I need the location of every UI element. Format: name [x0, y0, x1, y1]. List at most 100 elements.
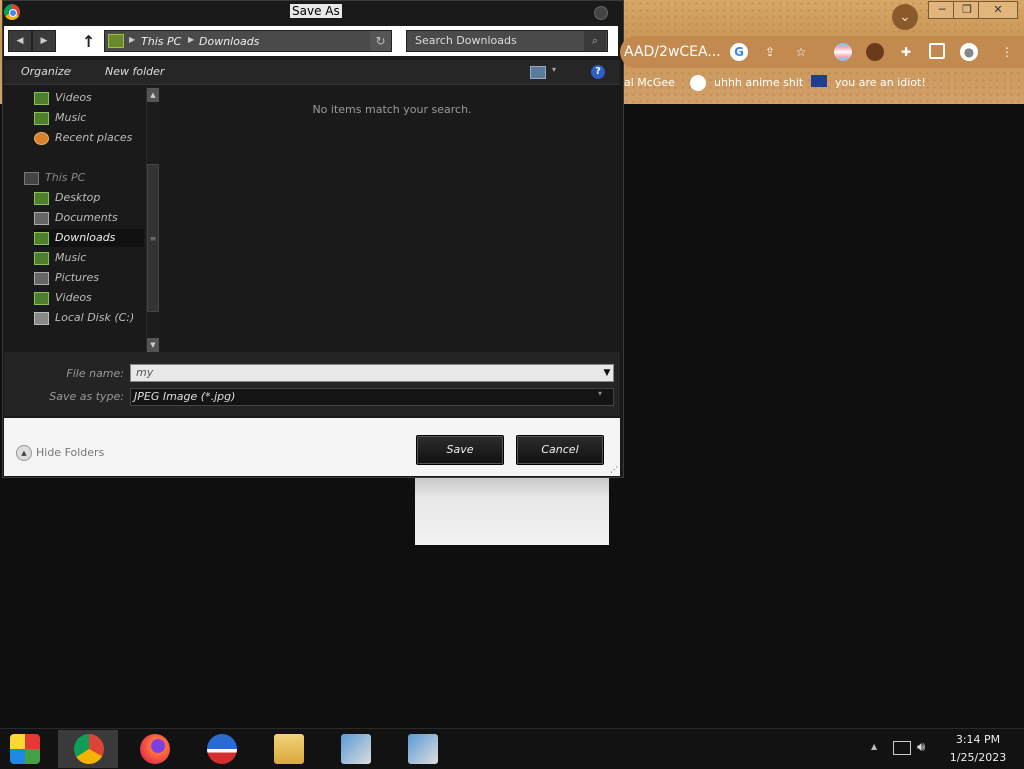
- page-image-preview: [415, 478, 609, 545]
- local-disk-icon: [34, 312, 49, 325]
- sidebar-item-label: Local Disk (C:): [55, 311, 135, 324]
- navigation-pane: Videos Music Recent places This PC Deskt…: [16, 86, 146, 352]
- sidebar-item-local-disk[interactable]: Local Disk (C:): [34, 309, 144, 327]
- sidebar-item-desktop[interactable]: Desktop: [34, 189, 144, 207]
- chevron-right-icon: ▶: [188, 35, 195, 44]
- extensions-puzzle-icon[interactable]: ✚: [897, 43, 915, 61]
- help-icon[interactable]: ?: [591, 65, 605, 79]
- start-button[interactable]: [0, 730, 60, 768]
- sidebar-item-label: This PC: [45, 171, 86, 184]
- sidebar-item-documents[interactable]: Documents: [34, 209, 144, 227]
- chevron-down-icon[interactable]: ▾: [598, 389, 602, 398]
- pictures-folder-icon: [34, 272, 49, 285]
- scrollbar-thumb[interactable]: ≡: [147, 164, 159, 312]
- taskbar-installer[interactable]: [392, 730, 452, 768]
- chevron-down-icon[interactable]: ▾: [552, 65, 556, 74]
- downloads-folder-icon: [34, 232, 49, 245]
- file-explorer-icon: [274, 734, 304, 764]
- show-hidden-icons[interactable]: ▲: [871, 742, 877, 751]
- menu-kebab-icon[interactable]: ⋮: [998, 43, 1016, 61]
- sidebar-item-music[interactable]: Music: [34, 109, 144, 127]
- sidebar-item-videos[interactable]: Videos: [34, 289, 144, 307]
- clock-time[interactable]: 3:14 PM: [940, 733, 1016, 746]
- scroll-up-icon[interactable]: ▲: [147, 88, 159, 102]
- bookmark-item[interactable]: you are an idiot!: [835, 76, 926, 89]
- installer-icon: [408, 734, 438, 764]
- save-button[interactable]: Save: [416, 435, 504, 465]
- file-name-label: File name:: [66, 367, 124, 380]
- file-name-input[interactable]: my: [130, 364, 614, 382]
- bookmark-anime-icon: [690, 75, 706, 91]
- google-lens-icon[interactable]: G: [730, 43, 748, 61]
- sidebar-item-label: Recent places: [55, 131, 133, 144]
- installer-icon: [341, 734, 371, 764]
- bookmark-item[interactable]: al McGee: [624, 76, 675, 89]
- tab-search-dropdown-icon[interactable]: ⌄: [892, 4, 918, 30]
- resize-grip-icon[interactable]: ⋰: [610, 465, 618, 474]
- sidebar-item-label: Videos: [55, 91, 92, 104]
- dialog-close-icon[interactable]: [594, 6, 608, 20]
- extension-flag-icon[interactable]: [834, 43, 852, 61]
- extension-avatar-icon[interactable]: [866, 43, 884, 61]
- chrome-icon: [74, 734, 104, 764]
- close-button[interactable]: ✕: [978, 1, 1018, 19]
- breadcrumb-downloads[interactable]: Downloads: [199, 35, 259, 48]
- sidebar-item-recent-places[interactable]: Recent places: [34, 129, 144, 147]
- taskbar-firefox[interactable]: [124, 730, 184, 768]
- minimize-button[interactable]: ─: [928, 1, 956, 19]
- save-as-type-label: Save as type:: [49, 390, 124, 403]
- empty-results-message: No items match your search.: [312, 103, 472, 116]
- music-folder-icon: [34, 252, 49, 265]
- sidebar-item-music[interactable]: Music: [34, 249, 144, 267]
- profile-avatar-icon[interactable]: ●: [960, 43, 978, 61]
- share-icon[interactable]: ⇪: [761, 43, 779, 61]
- sidebar-item-label: Music: [55, 251, 87, 264]
- bookmark-star-icon[interactable]: ☆: [792, 43, 810, 61]
- taskbar-chrome[interactable]: [58, 730, 118, 768]
- sidebar-item-label: Videos: [55, 291, 92, 304]
- search-icon[interactable]: ⌕: [584, 31, 606, 51]
- breadcrumb-this-pc[interactable]: This PC: [141, 35, 181, 48]
- sidebar-item-videos[interactable]: Videos: [34, 89, 144, 107]
- sidebar-item-label: Desktop: [55, 191, 101, 204]
- sidebar-item-label: Documents: [55, 211, 118, 224]
- bookmark-item[interactable]: uhhh anime shit: [714, 76, 803, 89]
- sidebar-item-downloads[interactable]: Downloads: [34, 229, 144, 247]
- search-input[interactable]: Search Downloads: [406, 30, 608, 52]
- obama-logo-icon: [207, 734, 237, 764]
- up-arrow-icon[interactable]: ↑: [82, 32, 95, 51]
- music-folder-icon: [34, 112, 49, 125]
- documents-folder-icon: [34, 212, 49, 225]
- sidebar-item-label: Downloads: [55, 231, 116, 244]
- sidebar-item-pictures[interactable]: Pictures: [34, 269, 144, 287]
- dialog-title: Save As: [290, 4, 342, 18]
- network-icon[interactable]: [893, 741, 911, 755]
- taskbar-installer[interactable]: [325, 730, 385, 768]
- cancel-button[interactable]: Cancel: [516, 435, 604, 465]
- forward-button[interactable]: ▶: [32, 30, 56, 52]
- clock-date[interactable]: 1/25/2023: [940, 751, 1016, 764]
- taskbar-app[interactable]: [191, 730, 251, 768]
- chrome-icon: [4, 4, 20, 20]
- hide-folders-button[interactable]: Hide Folders: [36, 446, 104, 459]
- refresh-icon[interactable]: ↻: [370, 31, 391, 51]
- taskbar-file-explorer[interactable]: [258, 730, 318, 768]
- restore-button[interactable]: ❐: [953, 1, 981, 19]
- volume-icon[interactable]: 🔊︎: [917, 740, 925, 755]
- save-as-type-select[interactable]: JPEG Image (*.jpg): [130, 388, 614, 406]
- view-options-icon[interactable]: [530, 66, 546, 79]
- chevron-up-icon[interactable]: ▲: [16, 445, 32, 461]
- start-icon: [10, 734, 40, 764]
- chevron-down-icon[interactable]: ▼: [600, 365, 614, 381]
- new-folder-button[interactable]: New folder: [105, 65, 164, 78]
- file-fields-panel: [4, 352, 620, 416]
- firefox-icon: [140, 734, 170, 764]
- folder-icon: [108, 34, 124, 48]
- side-panel-icon[interactable]: [929, 43, 945, 59]
- sidebar-item-this-pc[interactable]: This PC: [24, 169, 134, 187]
- chevron-down-icon: ▾: [68, 67, 72, 75]
- chevron-right-icon: ▶: [129, 35, 136, 44]
- back-button[interactable]: ◀: [8, 30, 32, 52]
- organize-button[interactable]: Organize: [21, 65, 70, 78]
- scroll-down-icon[interactable]: ▼: [147, 338, 159, 352]
